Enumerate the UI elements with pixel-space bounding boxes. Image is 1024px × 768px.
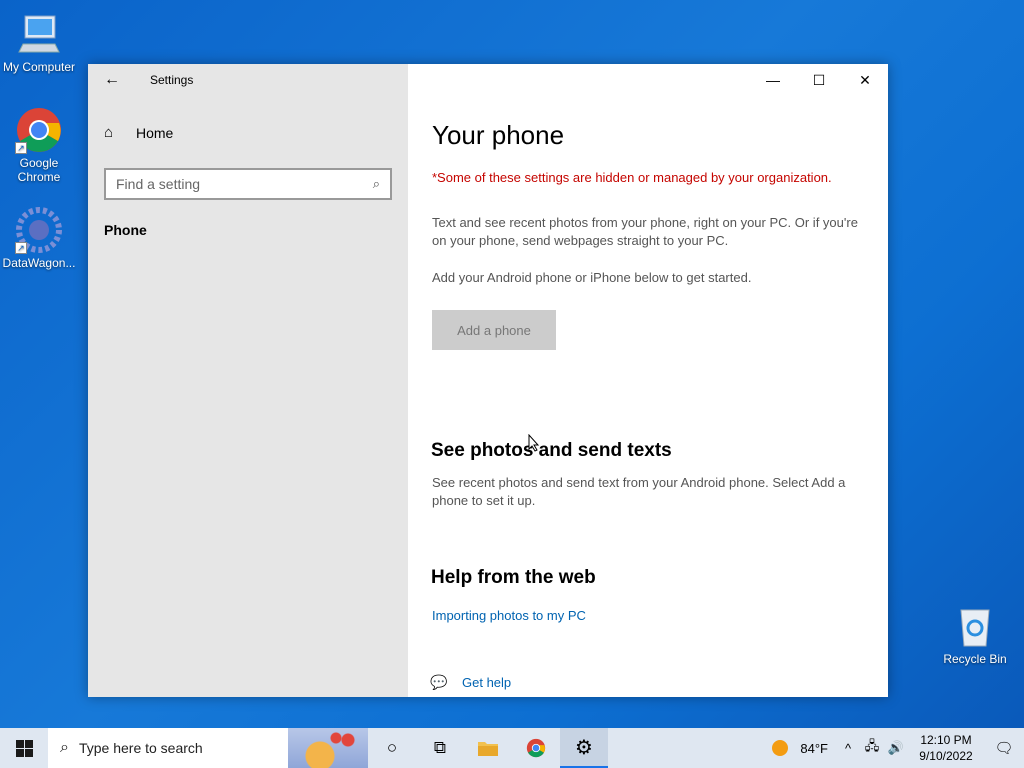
desktop-icon-my-computer[interactable]: My Computer xyxy=(0,10,78,74)
desktop-icon-datawagon[interactable]: ↗ DataWagon... xyxy=(0,206,78,270)
section-title-help-web: Help from the web xyxy=(431,567,596,588)
minimize-button[interactable]: — xyxy=(750,64,796,96)
task-view-icon: ⧉ xyxy=(433,738,447,757)
window-controls: — ☐ ✕ xyxy=(750,64,888,96)
chrome-icon: ↗ xyxy=(15,106,63,154)
desktop-icon-label: DataWagon... xyxy=(2,256,76,270)
maximize-button[interactable]: ☐ xyxy=(796,64,842,96)
maximize-icon: ☐ xyxy=(812,71,826,88)
find-setting-input[interactable] xyxy=(116,176,373,192)
sun-weather-icon xyxy=(772,740,789,756)
file-explorer-button[interactable] xyxy=(464,728,512,768)
desktop-icon-label: Google Chrome xyxy=(17,156,61,184)
chrome-taskbar-button[interactable] xyxy=(512,728,560,768)
file-explorer-icon xyxy=(478,742,498,756)
home-icon: ⌂ xyxy=(104,124,114,141)
importing-photos-link[interactable]: Importing photos to my PC xyxy=(432,608,586,623)
settings-window: ← Settings ⌂ Home ⌕ Phone — ☐ ✕ Your pho… xyxy=(88,64,888,697)
search-icon[interactable]: ⌕ xyxy=(373,176,380,192)
notifications-icon[interactable]: 🗨 xyxy=(984,739,1024,757)
volume-icon[interactable]: 🔊 xyxy=(884,740,908,756)
find-setting-box[interactable]: ⌕ xyxy=(104,168,392,200)
weather-widget[interactable]: 84°F xyxy=(764,740,836,756)
computer-icon xyxy=(15,10,63,58)
settings-sidebar: ← Settings ⌂ Home ⌕ Phone xyxy=(88,64,408,697)
task-view-button[interactable]: ⧉ xyxy=(416,728,464,768)
page-title: Your phone xyxy=(432,120,565,150)
app-title: Settings xyxy=(150,73,194,87)
get-help-link[interactable]: 💬 Get help xyxy=(430,674,511,691)
clock-time: 12:10 PM xyxy=(920,733,972,747)
desktop-icon-recycle-bin[interactable]: Recycle Bin xyxy=(936,602,1014,666)
close-icon: ✕ xyxy=(859,71,871,88)
settings-taskbar-button[interactable]: ⚙ xyxy=(560,728,608,768)
system-tray: 84°F ^ 🖧 🔊 12:10 PM 9/10/2022 🗨 xyxy=(764,728,1024,768)
chevron-up-icon[interactable]: ^ xyxy=(836,741,860,756)
back-arrow-icon: ← xyxy=(104,71,120,88)
shortcut-arrow-icon: ↗ xyxy=(15,142,27,154)
weather-temp: 84°F xyxy=(800,740,828,756)
clock-date: 9/10/2022 xyxy=(919,749,973,763)
search-highlight-image xyxy=(288,728,368,768)
title-bar: ← Settings xyxy=(88,64,408,96)
windows-logo-icon xyxy=(15,739,33,757)
start-button[interactable] xyxy=(0,728,48,768)
mouse-cursor-icon xyxy=(528,434,540,452)
settings-gear-icon: ⚙ xyxy=(575,736,593,759)
shortcut-arrow-icon: ↗ xyxy=(15,242,27,254)
add-prompt-text: Add your Android phone or iPhone below t… xyxy=(432,270,752,285)
back-button[interactable]: ← xyxy=(88,64,136,96)
cortana-icon: ○ xyxy=(386,738,398,757)
search-icon: ⌕ xyxy=(60,739,69,756)
recycle-bin-icon xyxy=(951,602,999,650)
minimize-icon: — xyxy=(766,72,780,88)
desktop-icon-label: My Computer xyxy=(2,60,76,74)
get-help-label: Get help xyxy=(462,675,512,690)
section-title-photos-texts: See photos and send texts xyxy=(431,440,672,461)
taskbar-search-box[interactable]: ⌕ Type here to search xyxy=(48,728,368,768)
desktop-icon-google-chrome[interactable]: ↗ Google Chrome xyxy=(0,106,78,184)
chrome-icon xyxy=(526,738,546,758)
datawagon-icon: ↗ xyxy=(15,206,63,254)
taskbar-search-placeholder: Type here to search xyxy=(78,740,203,756)
managed-warning: *Some of these settings are hidden or ma… xyxy=(432,170,832,185)
close-button[interactable]: ✕ xyxy=(842,64,888,96)
sidebar-item-label: Home xyxy=(136,124,174,141)
intro-text: Text and see recent photos from your pho… xyxy=(432,215,858,248)
clock[interactable]: 12:10 PM 9/10/2022 xyxy=(908,732,984,764)
chat-help-icon: 💬 xyxy=(430,674,448,690)
cortana-button[interactable]: ○ xyxy=(368,728,416,768)
taskbar: ⌕ Type here to search ○ ⧉ ⚙ 84°F ^ 🖧 🔊 1… xyxy=(0,728,1024,768)
section-text-photos-texts: See recent photos and send text from you… xyxy=(432,475,846,508)
sidebar-item-home[interactable]: ⌂ Home xyxy=(104,124,173,141)
sidebar-item-phone[interactable]: Phone xyxy=(104,222,147,238)
settings-content: — ☐ ✕ Your phone *Some of these settings… xyxy=(408,64,888,697)
desktop-icon-label: Recycle Bin xyxy=(943,652,1007,666)
add-phone-button[interactable]: Add a phone xyxy=(432,310,556,350)
network-icon[interactable]: 🖧 xyxy=(860,737,884,759)
